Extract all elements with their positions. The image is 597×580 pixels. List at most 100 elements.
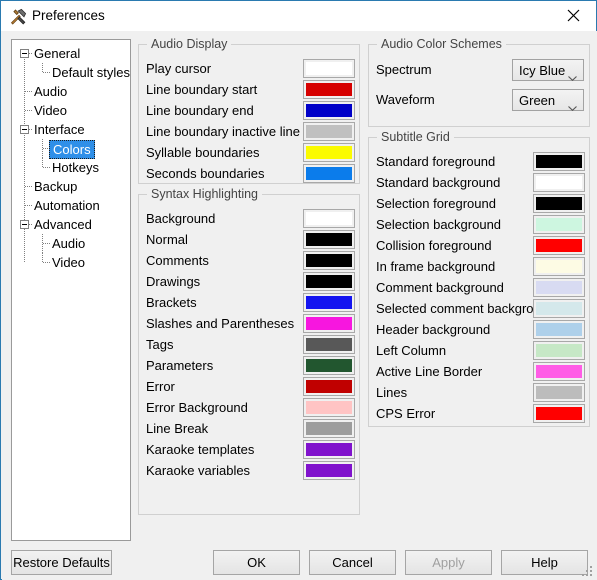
color-swatch-fill <box>536 218 582 231</box>
sidebar-item-colors[interactable]: Colors <box>12 139 130 159</box>
color-swatch-button[interactable] <box>533 236 585 255</box>
color-row-label: Line Break <box>146 421 209 436</box>
sidebar-item-general[interactable]: General <box>12 44 130 63</box>
color-row-label: Normal <box>146 232 188 247</box>
color-swatch-button[interactable] <box>303 419 355 438</box>
color-swatch-button[interactable] <box>303 272 355 291</box>
spectrum-select[interactable]: Icy Blue <box>512 59 584 82</box>
title-bar: Preferences <box>1 1 596 31</box>
group-audio-display: Audio Display Play cursor Line boundary s… <box>138 37 360 184</box>
color-swatch-button[interactable] <box>303 164 355 183</box>
tree-expander-icon[interactable] <box>20 125 29 134</box>
color-row-label: Karaoke variables <box>146 463 251 478</box>
color-swatch-fill <box>306 104 352 117</box>
sidebar-item-label: Video <box>52 255 86 270</box>
color-swatch-button[interactable] <box>303 293 355 312</box>
color-swatch-button[interactable] <box>533 383 585 402</box>
sidebar-item-interface[interactable]: Interface <box>12 120 130 139</box>
help-button[interactable]: Help <box>501 550 588 575</box>
close-icon[interactable] <box>550 1 596 30</box>
color-swatch-button[interactable] <box>533 257 585 276</box>
tree-child-line <box>42 253 43 263</box>
color-swatch-button[interactable] <box>303 59 355 78</box>
color-swatch-fill <box>306 125 352 138</box>
color-swatch-button[interactable] <box>303 335 355 354</box>
sidebar-item-audio[interactable]: Audio <box>12 234 130 253</box>
apply-button: Apply <box>405 550 492 575</box>
color-row-label: Header background <box>376 322 491 337</box>
color-swatch-button[interactable] <box>303 251 355 270</box>
color-swatch-button[interactable] <box>303 101 355 120</box>
sidebar-item-default-styles[interactable]: Default styles <box>12 63 130 82</box>
color-swatch-fill <box>536 386 582 399</box>
color-swatch-button[interactable] <box>533 215 585 234</box>
color-swatch-button[interactable] <box>303 122 355 141</box>
color-row-label: Left Column <box>376 343 447 358</box>
group-title-audio-display: Audio Display <box>147 37 232 51</box>
sidebar-item-advanced[interactable]: Advanced <box>12 215 130 234</box>
color-swatch-button[interactable] <box>303 314 355 333</box>
color-swatch-fill <box>536 155 582 168</box>
color-swatch-button[interactable] <box>303 230 355 249</box>
ok-button[interactable]: OK <box>213 550 300 575</box>
sidebar-item-hotkeys[interactable]: Hotkeys <box>12 158 130 177</box>
cancel-button[interactable]: Cancel <box>309 550 396 575</box>
color-swatch-button[interactable] <box>303 377 355 396</box>
sidebar-item-audio[interactable]: Audio <box>12 82 130 101</box>
color-swatch-fill <box>536 281 582 294</box>
color-swatch-button[interactable] <box>303 209 355 228</box>
color-swatch-button[interactable] <box>303 356 355 375</box>
color-row-label: Tags <box>146 337 174 352</box>
tree-connector-line <box>25 110 32 111</box>
color-swatch-button[interactable] <box>303 80 355 99</box>
preferences-category-tree[interactable]: General Default styles Audio Video Interface… <box>11 39 131 541</box>
sidebar-item-automation[interactable]: Automation <box>12 196 130 215</box>
sidebar-item-video[interactable]: Video <box>12 101 130 120</box>
sidebar-item-label: General <box>34 46 81 61</box>
tree-connector-line <box>25 186 32 187</box>
restore-defaults-button[interactable]: Restore Defaults <box>11 550 112 575</box>
color-row-label: In frame background <box>376 259 496 274</box>
color-swatch-fill <box>306 83 352 96</box>
color-swatch-button[interactable] <box>533 194 585 213</box>
color-row-label: Line boundary end <box>146 103 254 118</box>
combo-row-label: Spectrum <box>376 62 432 77</box>
color-swatch-button[interactable] <box>303 440 355 459</box>
color-row-label: Error Background <box>146 400 248 415</box>
tree-expander-icon[interactable] <box>20 49 29 58</box>
sidebar-item-label: Backup <box>34 179 78 194</box>
color-swatch-fill <box>306 338 352 351</box>
color-swatch-button[interactable] <box>533 362 585 381</box>
sidebar-item-label: Automation <box>34 198 100 213</box>
color-swatch-button[interactable] <box>533 173 585 192</box>
sidebar-item-backup[interactable]: Backup <box>12 177 130 196</box>
color-swatch-button[interactable] <box>533 299 585 318</box>
color-swatch-fill <box>536 197 582 210</box>
chevron-down-icon <box>568 68 577 82</box>
waveform-select[interactable]: Green <box>512 89 584 112</box>
tree-connector-line <box>43 72 50 73</box>
color-swatch-button[interactable] <box>533 404 585 423</box>
tree-child-line <box>42 158 43 168</box>
color-swatch-button[interactable] <box>303 461 355 480</box>
color-swatch-button[interactable] <box>533 341 585 360</box>
color-swatch-fill <box>306 443 352 456</box>
color-swatch-fill <box>536 365 582 378</box>
color-swatch-button[interactable] <box>533 152 585 171</box>
resize-grip[interactable] <box>582 566 594 578</box>
color-swatch-button[interactable] <box>303 143 355 162</box>
color-swatch-fill <box>306 401 352 414</box>
color-swatch-button[interactable] <box>303 398 355 417</box>
tree-child-line <box>42 139 43 158</box>
color-row-label: Background <box>146 211 216 226</box>
sidebar-item-label: Default styles <box>52 65 131 80</box>
color-swatch-fill <box>306 275 352 288</box>
combo-row-label: Waveform <box>376 92 435 107</box>
tree-connector-line <box>25 91 32 92</box>
tree-expander-icon[interactable] <box>20 220 29 229</box>
color-swatch-button[interactable] <box>533 320 585 339</box>
color-swatch-fill <box>306 464 352 477</box>
color-swatch-fill <box>306 380 352 393</box>
color-swatch-button[interactable] <box>533 278 585 297</box>
sidebar-item-video[interactable]: Video <box>12 253 130 272</box>
